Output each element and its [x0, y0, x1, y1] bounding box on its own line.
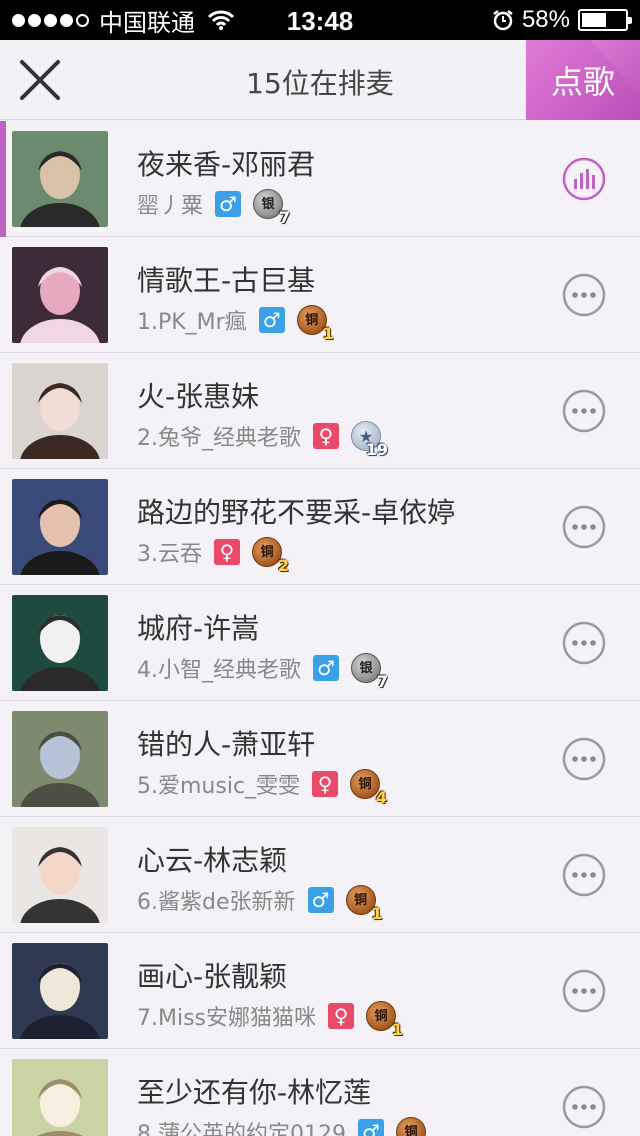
more-icon[interactable] — [562, 737, 606, 781]
order-song-button[interactable]: 点歌 — [526, 40, 640, 120]
queue-row[interactable]: 至少还有你-林忆莲 8.蒲公英的约定0129 ♂ 铜1 — [0, 1049, 640, 1136]
medal-text: 银 — [359, 661, 373, 676]
singer-meta: 3.云吞 ♀ 铜 2 — [137, 535, 289, 574]
gender-badge: ♂ — [258, 307, 285, 333]
singer-avatar[interactable] — [12, 131, 108, 227]
singer-name: 8.蒲公英的约定0129 — [137, 1122, 346, 1136]
header-bar: 15位在排麦 点歌 — [0, 40, 640, 120]
singer-avatar[interactable] — [12, 479, 108, 575]
singer-name: 6.酱紫de张新新 — [137, 890, 296, 915]
medal-level: 7 — [376, 672, 388, 691]
singer-avatar[interactable] — [12, 711, 108, 807]
medal-level: 1 — [391, 1020, 404, 1039]
battery-icon — [578, 9, 632, 31]
singer-avatar[interactable] — [12, 363, 108, 459]
medal-text: 铜 — [305, 313, 319, 328]
medal-text: 铜 — [260, 545, 274, 560]
gender-badge: ♀ — [214, 539, 240, 565]
level-medal-badge: 铜2 — [252, 537, 289, 574]
medal-level: 4 — [375, 788, 388, 807]
more-icon[interactable] — [562, 969, 606, 1013]
status-bar: 中国联通 13:48 58% — [0, 0, 640, 40]
singer-meta: 罂丿粟 ♂ 银 7 — [137, 187, 290, 226]
queue-row[interactable]: 夜来香-邓丽君罂丿粟 ♂ 银 7 — [0, 121, 640, 237]
level-medal-badge: ★ 19 — [351, 421, 388, 458]
alarm-icon — [493, 10, 513, 31]
medal-text: 铜 — [404, 1125, 418, 1136]
gender-badge: ♀ — [313, 423, 339, 449]
level-medal-badge: 铜1 — [296, 305, 334, 342]
battery-percent: 58% — [521, 6, 570, 33]
gender-badge: ♂ — [313, 655, 339, 681]
singer-meta: 4.小智_经典老歌 ♂ 银 7 — [137, 651, 388, 690]
singer-name: 5.爱music_雯雯 — [137, 774, 301, 799]
status-right: 58% — [492, 6, 632, 34]
singer-meta: 7.Miss安娜猫猫咪 ♀ 铜 1 — [137, 999, 403, 1038]
medal-level: 1 — [371, 904, 383, 923]
song-title: 画心-张靓颖 — [137, 960, 288, 993]
singer-avatar[interactable] — [12, 247, 108, 343]
medal-text: 银 — [261, 197, 275, 212]
medal-level: 19 — [365, 440, 388, 459]
gender-badge: ♂ — [307, 887, 334, 913]
singer-name: 4.小智_经典老歌 — [137, 658, 301, 683]
singer-name: 7.Miss安娜猫猫咪 — [137, 1006, 317, 1031]
gender-badge: ♂ — [357, 1119, 384, 1136]
queue-row[interactable]: 错的人-萧亚轩 5.爱music_雯雯 ♀ 铜 4 — [0, 701, 640, 817]
more-icon[interactable] — [562, 1085, 606, 1129]
singer-name: 1.PK_Mr瘋 — [137, 310, 247, 335]
battery-fill — [582, 13, 606, 27]
more-icon[interactable] — [562, 273, 606, 317]
battery-nub — [628, 17, 632, 24]
singer-meta: 6.酱紫de张新新 ♂ 铜 1 — [137, 883, 383, 922]
singer-avatar[interactable] — [12, 943, 108, 1039]
song-title: 情歌王-古巨基 — [137, 264, 316, 297]
singer-name: 罂丿粟 — [137, 194, 204, 219]
level-medal-badge: 铜1 — [395, 1117, 426, 1136]
queue-row[interactable]: 情歌王-古巨基 1.PK_Mr瘋 ♂ 铜 1 — [0, 237, 640, 353]
song-title: 夜来香-邓丽君 — [137, 148, 316, 181]
queue-list: 夜来香-邓丽君 罂丿粟 ♂ 银 7 情歌王-古巨基 1.PK_Mr瘋 ♂ 铜 1 火-张惠妹 2.兔爷… — [0, 121, 640, 1136]
level-medal-badge: 铜4 — [350, 769, 387, 806]
queue-row[interactable]: 心云-林志颖 6.酱紫de张新新 ♂ 铜 1 — [0, 817, 640, 933]
singer-meta: 5.爱music_雯雯 ♀ 铜 4 — [137, 767, 387, 806]
singer-avatar[interactable] — [12, 1059, 108, 1136]
singer-name: 3.云吞 — [137, 542, 202, 567]
level-medal-badge: 铜1 — [345, 885, 383, 922]
singer-avatar[interactable] — [12, 595, 108, 691]
song-title: 心云-林志颖 — [137, 844, 288, 877]
song-title: 路边的野花不要采-卓依婷 — [137, 496, 456, 529]
now-playing-indicator — [0, 121, 6, 237]
level-medal-badge: 银7 — [351, 653, 388, 690]
song-title: 至少还有你-林忆莲 — [137, 1076, 372, 1109]
queue-row[interactable]: 火-张惠妹 2.兔爷_经典老歌 ♀ ★ 19 — [0, 353, 640, 469]
medal-text: 铜 — [374, 1009, 388, 1024]
song-title: 错的人-萧亚轩 — [137, 728, 316, 761]
gender-badge: ♀ — [312, 771, 339, 797]
medal-level: 7 — [278, 208, 291, 227]
singer-meta: 2.兔爷_经典老歌 ♀ ★ 19 — [137, 419, 388, 458]
queue-row[interactable]: 城府-许嵩 4.小智_经典老歌 ♂ 银 7 — [0, 585, 640, 701]
medal-text: 铜 — [358, 777, 372, 792]
more-icon[interactable] — [562, 853, 606, 897]
level-medal-badge: 铜1 — [366, 1001, 403, 1038]
more-icon[interactable] — [562, 621, 606, 665]
queue-row[interactable]: 画心-张靓颖 7.Miss安娜猫猫咪 ♀ 铜 1 — [0, 933, 640, 1049]
queue-row[interactable]: 路边的野花不要采-卓依婷 3.云吞 ♀ 铜 2 — [0, 469, 640, 585]
medal-text: 铜 — [353, 893, 367, 908]
more-icon[interactable] — [562, 389, 606, 433]
more-icon[interactable] — [562, 505, 606, 549]
song-title: 火-张惠妹 — [137, 380, 260, 413]
singer-name: 2.兔爷_经典老歌 — [137, 426, 301, 451]
level-medal-badge: 银7 — [253, 189, 290, 226]
singer-meta: 1.PK_Mr瘋 ♂ 铜 1 — [137, 303, 334, 342]
medal-level: 2 — [277, 556, 289, 575]
singer-meta: 8.蒲公英的约定0129 ♂ 铜1 — [137, 1115, 426, 1136]
gender-badge: ♀ — [328, 1003, 355, 1029]
song-title: 城府-许嵩 — [137, 612, 260, 645]
gender-badge: ♂ — [215, 191, 242, 217]
now-playing-icon[interactable] — [562, 157, 606, 201]
medal-level: 1 — [322, 324, 334, 343]
singer-avatar[interactable] — [12, 827, 108, 923]
